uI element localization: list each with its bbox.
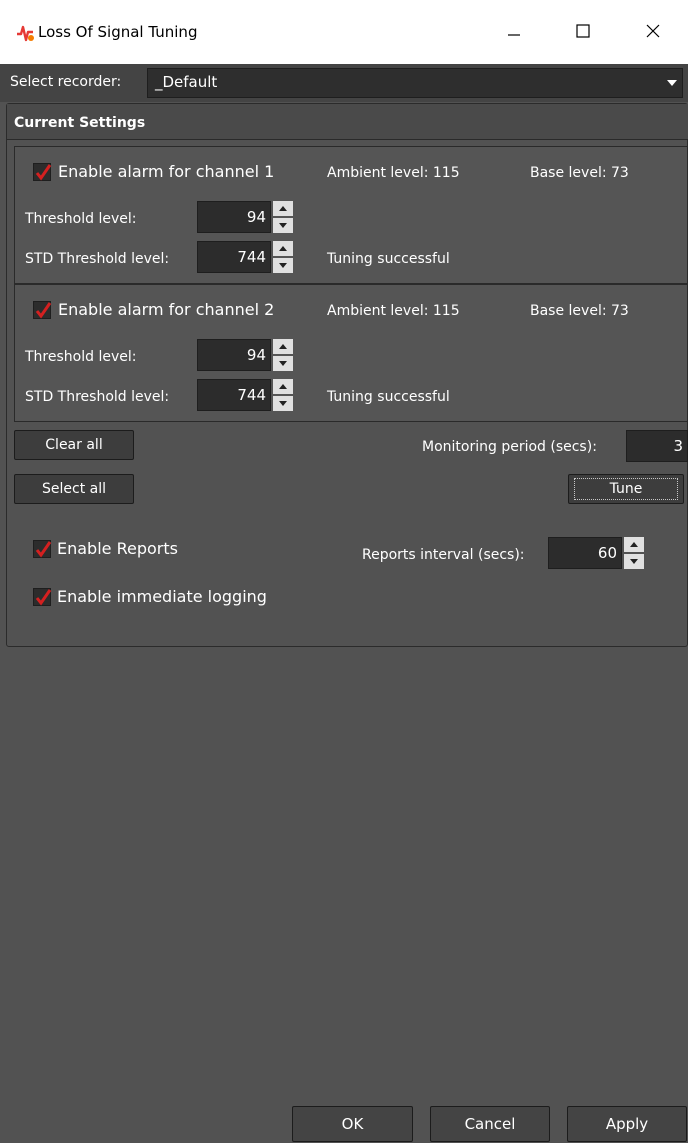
- select-all-button[interactable]: Select all: [14, 474, 134, 504]
- window-title: Loss Of Signal Tuning: [38, 23, 198, 41]
- channel-1-status: Tuning successful: [327, 251, 450, 267]
- channel-2-base: Base level: 73: [530, 303, 629, 319]
- recorder-label: Select recorder:: [10, 74, 122, 90]
- arrow-up-icon: [279, 246, 287, 251]
- channel-2-threshold-label: Threshold level:: [25, 349, 137, 365]
- recorder-dropdown-button[interactable]: [660, 68, 684, 98]
- channel-1-threshold-label: Threshold level:: [25, 211, 137, 227]
- monitoring-period-label: Monitoring period (secs):: [422, 439, 597, 455]
- monitoring-period-input[interactable]: 3: [626, 430, 688, 462]
- spin-down-button[interactable]: [273, 396, 293, 411]
- channel-2-checkbox[interactable]: [33, 301, 52, 319]
- channel-1-base: Base level: 73: [530, 165, 629, 181]
- tune-button[interactable]: Tune: [568, 474, 684, 504]
- channel-1-std-input[interactable]: 744: [197, 241, 271, 273]
- channel-1-threshold-input[interactable]: 94: [197, 201, 271, 233]
- arrow-up-icon: [630, 542, 638, 547]
- chevron-down-icon: [666, 75, 678, 91]
- channel-2-status: Tuning successful: [327, 389, 450, 405]
- reports-interval-stepper: [624, 537, 644, 569]
- spin-down-button[interactable]: [273, 356, 293, 371]
- checkmark-icon: [35, 541, 52, 558]
- close-button[interactable]: [630, 16, 676, 50]
- enable-logging-checkbox[interactable]: [33, 588, 52, 606]
- channel-1-ambient: Ambient level: 115: [327, 165, 460, 181]
- checkmark-icon: [35, 589, 52, 606]
- channel-1-enable-label: Enable alarm for channel 1: [58, 162, 275, 181]
- clear-all-button[interactable]: Clear all: [14, 430, 134, 460]
- enable-logging-label: Enable immediate logging: [57, 587, 267, 606]
- channel-1-std-label: STD Threshold level:: [25, 251, 170, 267]
- checkmark-icon: [35, 164, 52, 181]
- channel-2-ambient: Ambient level: 115: [327, 303, 460, 319]
- arrow-down-icon: [279, 401, 287, 406]
- tune-button-label: Tune: [574, 478, 678, 500]
- arrow-down-icon: [279, 361, 287, 366]
- channel-2-enable-label: Enable alarm for channel 2: [58, 300, 275, 319]
- signal-app-icon: [14, 22, 36, 44]
- spin-up-button[interactable]: [273, 201, 293, 216]
- ok-button[interactable]: OK: [292, 1106, 413, 1142]
- cancel-button[interactable]: Cancel: [430, 1106, 550, 1142]
- arrow-up-icon: [279, 384, 287, 389]
- minimize-icon: [506, 23, 522, 43]
- channel-2-threshold-input[interactable]: 94: [197, 339, 271, 371]
- channel-2-std-stepper: [273, 379, 293, 411]
- enable-reports-label: Enable Reports: [57, 539, 178, 558]
- enable-reports-checkbox[interactable]: [33, 540, 52, 558]
- channel-1-std-stepper: [273, 241, 293, 273]
- minimize-button[interactable]: [491, 16, 537, 50]
- channel-2-std-label: STD Threshold level:: [25, 389, 170, 405]
- close-icon: [645, 23, 661, 43]
- spin-down-button[interactable]: [273, 218, 293, 233]
- spin-up-button[interactable]: [273, 241, 293, 256]
- current-settings-title: Current Settings: [14, 115, 146, 131]
- channel-1-threshold-stepper: [273, 201, 293, 233]
- arrow-up-icon: [279, 344, 287, 349]
- reports-interval-label: Reports interval (secs):: [362, 547, 525, 563]
- checkmark-icon: [35, 302, 52, 319]
- maximize-icon: [575, 23, 591, 43]
- spin-down-button[interactable]: [273, 258, 293, 273]
- channel-2-std-input[interactable]: 744: [197, 379, 271, 411]
- spin-up-button[interactable]: [273, 379, 293, 394]
- apply-button[interactable]: Apply: [567, 1106, 687, 1142]
- arrow-down-icon: [630, 559, 638, 564]
- maximize-button[interactable]: [560, 16, 606, 50]
- spin-up-button[interactable]: [624, 537, 644, 552]
- channel-1-checkbox[interactable]: [33, 163, 52, 181]
- arrow-down-icon: [279, 263, 287, 268]
- recorder-value: _Default: [155, 73, 218, 91]
- recorder-select[interactable]: [147, 68, 683, 98]
- reports-interval-input[interactable]: 60: [548, 537, 622, 569]
- arrow-down-icon: [279, 223, 287, 228]
- arrow-up-icon: [279, 206, 287, 211]
- spin-down-button[interactable]: [624, 554, 644, 569]
- spin-up-button[interactable]: [273, 339, 293, 354]
- channel-2-threshold-stepper: [273, 339, 293, 371]
